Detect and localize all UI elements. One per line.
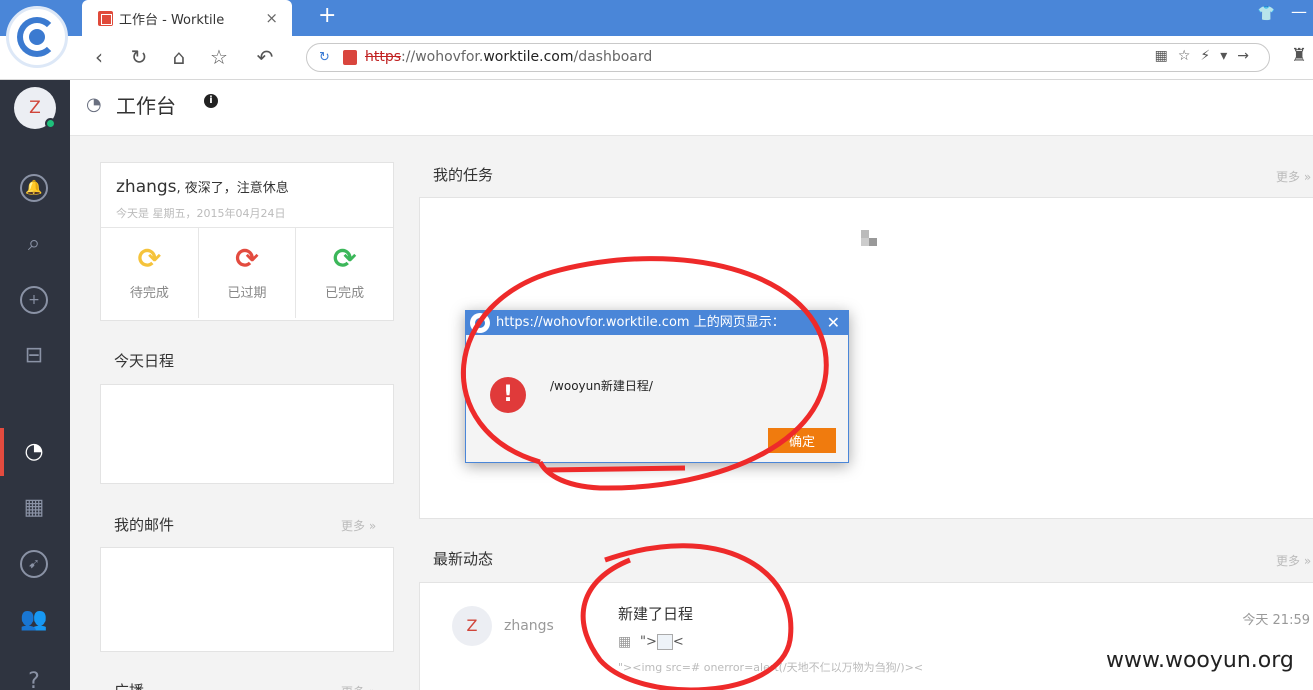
contacts-icon[interactable]: 👥 <box>20 606 48 634</box>
browser-nav-bar: ‹ ↻ ⌂ ☆ ↶ ↻ https://wohovfor.worktile.co… <box>0 36 1313 80</box>
mail-title: 我的邮件 <box>114 516 175 534</box>
mail-card <box>100 547 394 652</box>
loading-spinner-icon <box>861 230 869 238</box>
mail-more-link[interactable]: 更多 » <box>341 517 376 534</box>
new-tab-button[interactable]: + <box>318 3 336 28</box>
activity-more-link[interactable]: 更多 » <box>1276 552 1311 569</box>
loading-spinner-part <box>869 238 877 246</box>
tasks-more-link[interactable]: 更多 » <box>1276 168 1311 185</box>
warning-icon: ! <box>490 377 526 413</box>
page-header: ◔ 工作台 i <box>70 80 1313 136</box>
greeting: zhangs, 夜深了，注意休息 <box>116 177 289 197</box>
refresh-red-icon: ⟳ <box>235 242 259 275</box>
tab-title: 工作台 - Worktile <box>119 12 225 28</box>
stat-completed[interactable]: ⟳ 已完成 <box>296 228 393 318</box>
dialog-title: https://wohovfor.worktile.com 上的网页显示： <box>496 315 785 330</box>
loading-spinner-part <box>861 238 869 246</box>
calendar-icon[interactable]: ▦ <box>20 494 48 522</box>
minimize-icon[interactable]: — <box>1291 2 1307 21</box>
browser-tab[interactable]: 工作台 - Worktile × <box>82 0 292 36</box>
app-sidebar: Z 🔔 ⌕ + ⊟ ◔ ▦ ➹ 👥 ? <box>0 80 70 690</box>
calendar-small-icon: ▦ <box>618 634 632 650</box>
browser-small-logo-icon <box>470 313 490 333</box>
tasks-title: 我的任务 <box>433 166 494 184</box>
activity-avatar[interactable]: Z <box>452 606 492 646</box>
dialog-message: /wooyun新建日程/ <box>550 379 653 393</box>
schedule-title: 今天日程 <box>114 352 175 370</box>
tab-close-icon[interactable]: × <box>265 9 278 27</box>
home-icon[interactable]: ⌂ <box>166 44 192 70</box>
url-text[interactable]: https://wohovfor.worktile.com/dashboard <box>365 49 652 65</box>
stat-pending[interactable]: ⟳ 待完成 <box>101 228 199 318</box>
greeting-date: 今天是 星期五，2015年04月24日 <box>116 207 286 220</box>
refresh-green-icon: ⟳ <box>332 242 357 275</box>
greeting-card: zhangs, 夜深了，注意休息 今天是 星期五，2015年04月24日 ⟳ 待… <box>100 162 394 321</box>
alert-dialog: https://wohovfor.worktile.com 上的网页显示： ✕ … <box>465 310 849 463</box>
activity-time: 今天 21:59 <box>1242 613 1310 628</box>
broadcast-more-link[interactable]: 更多 » <box>341 683 376 690</box>
address-bar[interactable]: ↻ https://wohovfor.worktile.com/dashboar… <box>306 43 1270 72</box>
activity-title-text[interactable]: 新建了日程 <box>618 603 693 624</box>
activity-code: "><img src=# onerror=alert(/天地不仁以万物为刍狗/)… <box>618 661 924 674</box>
broadcast-title: 广播 <box>114 680 144 690</box>
browser-logo[interactable] <box>6 6 68 68</box>
active-nav-indicator <box>0 428 4 476</box>
worktile-favicon-icon <box>98 10 113 26</box>
dialog-titlebar: https://wohovfor.worktile.com 上的网页显示： ✕ <box>466 311 848 335</box>
search-icon[interactable]: ⌕ <box>20 230 48 258</box>
reload-icon[interactable]: ↻ <box>126 44 152 70</box>
activity-title: 最新动态 <box>433 550 494 568</box>
help-icon[interactable]: ? <box>20 668 48 690</box>
online-status-dot <box>45 118 56 129</box>
notification-bell-icon[interactable]: 🔔 <box>20 174 48 202</box>
dialog-ok-button[interactable]: 确定 <box>768 428 836 453</box>
browser-tab-bar: 工作台 - Worktile × + 👕 — <box>0 0 1313 36</box>
loading-icon: ↻ <box>319 50 330 65</box>
compass-icon[interactable]: ➹ <box>20 550 48 578</box>
activity-user[interactable]: zhangs <box>504 618 554 634</box>
activity-inline-content: "> < <box>640 634 684 650</box>
page-title: 工作台 <box>116 94 176 118</box>
extension-icon[interactable]: ♜ <box>1291 45 1309 67</box>
schedule-card <box>100 384 394 484</box>
inbox-icon[interactable]: ⊟ <box>20 342 48 370</box>
watermark: www.wooyun.org <box>1106 648 1294 673</box>
back-icon[interactable]: ‹ <box>86 44 112 70</box>
info-icon[interactable]: i <box>204 94 218 108</box>
add-icon[interactable]: + <box>20 286 48 314</box>
dashboard-icon[interactable]: ◔ <box>20 438 48 466</box>
undo-icon[interactable]: ↶ <box>252 44 278 70</box>
insecure-lock-icon[interactable] <box>343 50 357 65</box>
task-stats: ⟳ 待完成 ⟳ 已过期 ⟳ 已完成 <box>101 227 393 318</box>
dialog-close-icon[interactable]: ✕ <box>827 311 840 335</box>
star-icon[interactable]: ☆ <box>206 44 232 70</box>
dashboard-gauge-icon: ◔ <box>86 94 102 115</box>
broken-image-icon <box>656 634 673 650</box>
refresh-yellow-icon: ⟳ <box>137 242 162 275</box>
skin-icon[interactable]: 👕 <box>1258 6 1275 22</box>
address-bar-tools[interactable]: ▦☆⚡▾→ <box>1155 48 1259 64</box>
stat-overdue[interactable]: ⟳ 已过期 <box>199 228 297 318</box>
